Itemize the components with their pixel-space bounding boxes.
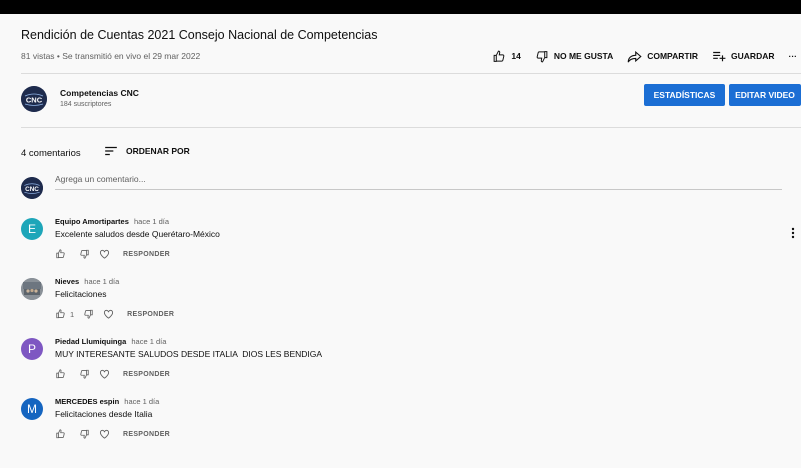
heart-icon <box>99 369 110 379</box>
dislike-label: NO ME GUSTA <box>553 51 614 61</box>
comment-like-button[interactable] <box>55 429 66 439</box>
photo-avatar-icon <box>21 278 43 300</box>
thumbs-down-icon <box>84 309 93 319</box>
more-actions-button[interactable]: ··· <box>789 51 798 61</box>
channel-avatar-text: CNC <box>26 96 43 105</box>
user-avatar: CNC <box>21 177 43 199</box>
commenter-avatar[interactable] <box>21 278 43 300</box>
comment-author[interactable]: Equipo Amortipartes <box>55 217 129 226</box>
reply-button[interactable]: RESPONDER <box>123 431 170 438</box>
edit-video-button[interactable]: EDITAR VIDEO <box>729 84 801 106</box>
dislike-button[interactable]: NO ME GUSTA <box>535 50 613 63</box>
comment-heart-button[interactable] <box>99 249 110 259</box>
comment-item: E Equipo Amortipartes hace 1 día Excelen… <box>21 217 801 276</box>
commenter-avatar[interactable]: M <box>21 398 43 420</box>
channel-name[interactable]: Competencias CNC <box>60 88 139 98</box>
channel-avatar[interactable]: CNC <box>21 86 47 112</box>
comment-item: P Piedad Llumiquinga hace 1 día MUY INTE… <box>21 337 801 396</box>
video-player-bottom-edge <box>0 0 801 14</box>
thumbs-up-icon <box>56 249 65 259</box>
comment-actions: RESPONDER <box>55 369 170 379</box>
reply-button[interactable]: RESPONDER <box>123 371 170 378</box>
comment-dislike-button[interactable] <box>83 309 94 319</box>
sort-icon <box>105 146 117 156</box>
comment-heart-button[interactable] <box>103 309 114 319</box>
thumbs-up-icon <box>56 369 65 379</box>
cnc-logo-icon: CNC <box>21 86 47 112</box>
comment-text: Excelente saludos desde Querétaro-México <box>55 229 220 239</box>
user-avatar-text: CNC <box>25 186 39 193</box>
watch-page: Rendición de Cuentas 2021 Consejo Nacion… <box>0 14 801 468</box>
heart-icon <box>99 249 110 259</box>
comment-like-button[interactable] <box>55 249 66 259</box>
comment-text: Felicitaciones desde Italia <box>55 409 153 419</box>
reply-button[interactable]: RESPONDER <box>123 251 170 258</box>
comment-text: MUY INTERESANTE SALUDOS DESDE ITALIA DIO… <box>55 349 323 359</box>
comment-author[interactable]: Nieves <box>55 277 79 286</box>
like-count: 14 <box>511 51 521 61</box>
reply-button[interactable]: RESPONDER <box>127 311 174 318</box>
comment-dislike-button[interactable] <box>79 369 90 379</box>
comment-dislike-button[interactable] <box>79 249 90 259</box>
sort-label: ORDENAR POR <box>126 146 190 156</box>
comment-author[interactable]: MERCEDES espin <box>55 397 119 406</box>
comment-header: MERCEDES espin hace 1 día <box>55 397 159 406</box>
video-actions: 14 NO ME GUSTA COMPARTIR GUARDAR ··· <box>492 48 797 64</box>
comment-text: Felicitaciones <box>55 289 107 299</box>
divider <box>21 127 801 128</box>
add-comment-input[interactable]: Agrega un comentario... <box>55 174 782 190</box>
comment-item: Nieves hace 1 día Felicitaciones 1 RESPO… <box>21 277 801 336</box>
comment-heart-button[interactable] <box>99 429 110 439</box>
comment-time[interactable]: hace 1 día <box>131 337 166 346</box>
comment-actions: RESPONDER <box>55 249 170 259</box>
save-label: GUARDAR <box>731 51 775 61</box>
video-title: Rendición de Cuentas 2021 Consejo Nacion… <box>21 28 378 42</box>
heart-icon <box>99 429 110 439</box>
cnc-logo-icon: CNC <box>21 177 43 199</box>
thumbs-down-icon <box>80 369 89 379</box>
share-button[interactable]: COMPARTIR <box>627 50 698 63</box>
comment-like-button[interactable] <box>55 369 66 379</box>
comment-item: M MERCEDES espin hace 1 día Felicitacion… <box>21 397 801 456</box>
comment-author[interactable]: Piedad Llumiquinga <box>55 337 126 346</box>
comment-actions: 1 RESPONDER <box>55 309 174 319</box>
analytics-button[interactable]: ESTADÍSTICAS <box>644 84 725 106</box>
comment-actions: RESPONDER <box>55 429 170 439</box>
kebab-menu-icon <box>791 227 795 239</box>
share-icon <box>627 50 642 62</box>
thumbs-down-icon <box>536 50 548 62</box>
thumbs-down-icon <box>80 249 89 259</box>
heart-icon <box>104 309 114 319</box>
comment-dislike-button[interactable] <box>79 429 90 439</box>
divider <box>21 73 801 74</box>
thumbs-up-icon <box>56 309 65 319</box>
video-meta: 81 vistas • Se transmitió en vivo el 29 … <box>21 51 201 61</box>
more-icon: ··· <box>788 51 798 61</box>
sort-button[interactable]: ORDENAR POR <box>104 146 190 156</box>
comment-count: 4 comentarios <box>21 148 81 159</box>
playlist-add-icon <box>713 51 726 62</box>
comment-header: Nieves hace 1 día <box>55 277 119 286</box>
comment-header: Piedad Llumiquinga hace 1 día <box>55 337 166 346</box>
commenter-avatar[interactable]: E <box>21 218 43 240</box>
comment-time[interactable]: hace 1 día <box>134 217 169 226</box>
subscriber-count: 184 suscriptores <box>60 101 112 108</box>
comment-heart-button[interactable] <box>99 369 110 379</box>
thumbs-up-icon <box>494 50 505 62</box>
comment-menu-button[interactable] <box>791 226 795 244</box>
commenter-avatar[interactable]: P <box>21 338 43 360</box>
comment-time[interactable]: hace 1 día <box>84 277 119 286</box>
comment-like-button[interactable] <box>55 309 66 319</box>
comment-like-count: 1 <box>70 309 75 319</box>
comment-header: Equipo Amortipartes hace 1 día <box>55 217 169 226</box>
share-label: COMPARTIR <box>647 51 699 61</box>
thumbs-up-icon <box>56 429 65 439</box>
comment-time[interactable]: hace 1 día <box>124 397 159 406</box>
save-button[interactable]: GUARDAR <box>712 50 775 62</box>
thumbs-down-icon <box>80 429 89 439</box>
like-button[interactable]: 14 <box>492 50 521 63</box>
